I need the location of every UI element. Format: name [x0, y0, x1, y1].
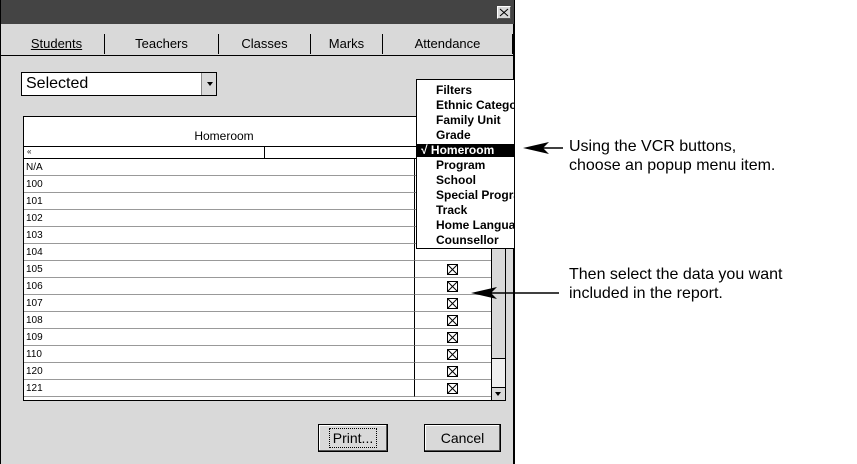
include-checkbox-cell[interactable]	[414, 329, 493, 346]
popup-menu-item[interactable]: Grade	[417, 129, 514, 142]
table-row[interactable]: 109	[24, 329, 414, 346]
table-row[interactable]: 102	[24, 210, 414, 227]
scroll-down-button[interactable]	[492, 387, 505, 400]
include-checkbox-cell[interactable]	[414, 363, 493, 380]
include-checkbox-cell[interactable]	[414, 380, 493, 397]
selection-dropdown[interactable]: Selected	[21, 72, 217, 96]
checked-box-icon[interactable]	[447, 281, 458, 292]
report-window: Students Teachers Classes Marks Attendan…	[0, 0, 515, 464]
table-row[interactable]: 104	[24, 244, 414, 261]
cancel-button[interactable]: Cancel	[424, 424, 501, 452]
popup-menu-item[interactable]: Counsellor	[417, 234, 514, 247]
popup-menu-item[interactable]: Track	[417, 204, 514, 217]
tab-divider	[1, 55, 514, 56]
table-row[interactable]: 110	[24, 346, 414, 363]
checked-box-icon[interactable]	[447, 315, 458, 326]
table-row[interactable]: 105	[24, 261, 414, 278]
include-checkbox-cell[interactable]	[414, 261, 493, 278]
table-row[interactable]: 103	[24, 227, 414, 244]
checked-box-icon[interactable]	[447, 332, 458, 343]
checked-box-icon[interactable]	[447, 298, 458, 309]
annotation-popup-line2: choose an popup menu item.	[569, 157, 776, 174]
popup-pointer-arrow	[523, 142, 563, 154]
include-checkbox-cell[interactable]	[414, 312, 493, 329]
tab-teachers[interactable]: Teachers	[105, 34, 219, 54]
print-button[interactable]: Print...	[318, 424, 388, 452]
popup-menu-item[interactable]: School	[417, 174, 514, 187]
subheader-divider	[264, 147, 265, 159]
popup-menu-item[interactable]: Special Programs	[417, 189, 514, 202]
annotation-popup-line1: Using the VCR buttons,	[569, 138, 737, 155]
tab-attendance[interactable]: Attendance	[383, 34, 513, 54]
table-row[interactable]: 106	[24, 278, 414, 295]
table-row[interactable]: 107	[24, 295, 414, 312]
popup-menu-item[interactable]: Program	[417, 159, 514, 172]
close-button[interactable]	[497, 6, 511, 19]
tab-marks[interactable]: Marks	[311, 34, 383, 54]
popup-menu-item[interactable]: Family Unit	[417, 114, 514, 127]
table-row[interactable]: N/A	[24, 159, 414, 176]
checked-box-icon[interactable]	[447, 264, 458, 275]
table-row[interactable]: 108	[24, 312, 414, 329]
tab-bar: Students Teachers Classes Marks Attendan…	[1, 34, 514, 54]
table-row[interactable]: 100	[24, 176, 414, 193]
popup-menu-item[interactable]: Filters	[417, 84, 514, 97]
title-bar	[1, 0, 514, 24]
table-row[interactable]: 120	[24, 363, 414, 380]
tab-students[interactable]: Students	[9, 34, 105, 54]
close-icon	[499, 8, 509, 17]
annotation-data-line2: included in the report.	[569, 285, 723, 302]
popup-menu-item[interactable]: Home Language	[417, 219, 514, 232]
table-row[interactable]: 121	[24, 380, 414, 397]
checked-box-icon[interactable]	[447, 366, 458, 377]
popup-menu: Filters Ethnic Category Family Unit Grade √ …	[416, 79, 514, 249]
annotation-data-line1: Then select the data you want	[569, 266, 783, 283]
column-title: Homeroom	[194, 129, 254, 143]
data-pointer-arrow	[471, 287, 559, 299]
popup-menu-item[interactable]: √ Homeroom	[417, 144, 514, 157]
table-row[interactable]: 101	[24, 193, 414, 210]
checked-box-icon[interactable]	[447, 349, 458, 360]
include-checkbox-cell[interactable]	[414, 346, 493, 363]
dropdown-arrow-icon[interactable]	[201, 73, 216, 95]
tab-classes[interactable]: Classes	[219, 34, 311, 54]
popup-menu-item[interactable]: Ethnic Category	[417, 99, 514, 112]
checked-box-icon[interactable]	[447, 383, 458, 394]
